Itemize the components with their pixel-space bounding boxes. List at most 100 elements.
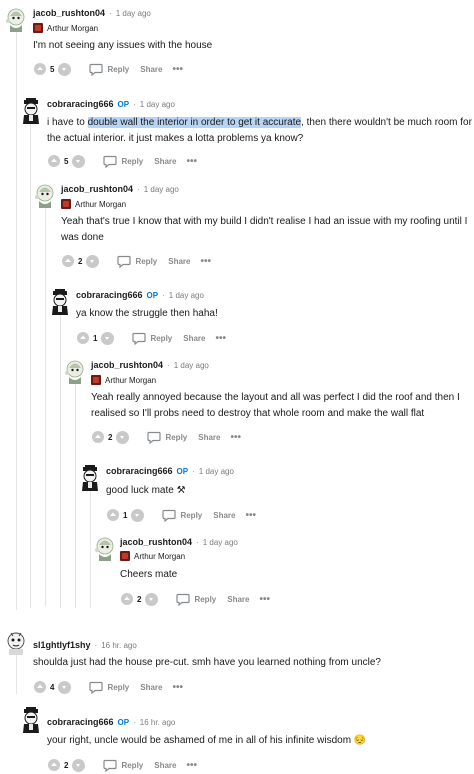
user-flair: Arthur Morgan — [120, 550, 185, 562]
username[interactable]: cobraracing666 — [47, 717, 114, 727]
reply-button[interactable]: Reply — [89, 681, 129, 694]
downvote-icon[interactable] — [72, 758, 86, 772]
avatar[interactable] — [33, 182, 57, 208]
avatar[interactable] — [4, 6, 28, 32]
reply-button[interactable]: Reply — [147, 431, 187, 444]
thread-line[interactable] — [60, 308, 61, 608]
more-options-icon[interactable]: ••• — [259, 594, 270, 605]
upvote-icon[interactable] — [76, 331, 90, 345]
timestamp[interactable]: 1 day ago — [174, 361, 209, 370]
timestamp[interactable]: 1 day ago — [199, 467, 234, 476]
timestamp[interactable]: 1 day ago — [144, 185, 179, 194]
username[interactable]: jacob_rushton04 — [33, 8, 105, 18]
op-badge: OP — [146, 290, 159, 300]
avatar[interactable] — [4, 629, 28, 655]
downvote-icon[interactable] — [86, 254, 100, 268]
username[interactable]: jacob_rushton04 — [91, 360, 163, 370]
reply-button[interactable]: Reply — [103, 759, 143, 772]
downvote-icon[interactable] — [101, 331, 115, 345]
downvote-icon[interactable] — [131, 508, 145, 522]
share-button[interactable]: Share — [140, 683, 162, 692]
comment-bubble-icon — [147, 431, 162, 444]
reply-label: Reply — [194, 594, 217, 604]
flair-icon — [91, 375, 101, 385]
timestamp[interactable]: 1 day ago — [203, 538, 238, 547]
share-button[interactable]: Share — [183, 334, 205, 343]
comment-actions: 4 Reply Share ••• — [33, 678, 183, 696]
selected-text: double wall the interior in order to get… — [87, 117, 302, 128]
upvote-icon[interactable] — [91, 430, 105, 444]
comment-actions: 2 Reply Share ••• — [120, 590, 270, 608]
reply-button[interactable]: Reply — [117, 255, 157, 268]
thread-line[interactable] — [75, 382, 76, 608]
share-button[interactable]: Share — [213, 511, 235, 520]
share-button[interactable]: Share — [168, 257, 190, 266]
vote-score: 5 — [50, 64, 55, 74]
share-button[interactable]: Share — [198, 433, 220, 442]
username[interactable]: sl1ghtlyf1shy — [33, 640, 91, 650]
vote-score: 1 — [93, 333, 98, 343]
downvote-icon[interactable] — [58, 680, 72, 694]
more-options-icon[interactable]: ••• — [172, 682, 183, 693]
username[interactable]: cobraracing666 — [47, 99, 114, 109]
username[interactable]: cobraracing666 — [76, 290, 143, 300]
reply-label: Reply — [135, 256, 158, 266]
avatar[interactable] — [78, 465, 102, 491]
upvote-icon[interactable] — [61, 254, 75, 268]
vote-score: 2 — [64, 760, 69, 770]
thread-line[interactable] — [30, 118, 31, 608]
share-button[interactable]: Share — [140, 65, 162, 74]
upvote-icon[interactable] — [33, 62, 47, 76]
comment-body: Yeah really annoyed because the layout a… — [91, 390, 472, 422]
share-button[interactable]: Share — [154, 157, 176, 166]
comment-body: shoulda just had the house pre-cut. smh … — [33, 655, 472, 671]
more-options-icon[interactable]: ••• — [215, 333, 226, 344]
more-options-icon[interactable]: ••• — [200, 256, 211, 267]
upvote-icon[interactable] — [47, 758, 61, 772]
username[interactable]: jacob_rushton04 — [61, 184, 133, 194]
reply-label: Reply — [121, 156, 144, 166]
comment-text: Yeah that's true I know that with my bui… — [61, 216, 468, 243]
reply-button[interactable]: Reply — [176, 593, 216, 606]
downvote-icon[interactable] — [145, 592, 159, 606]
username[interactable]: jacob_rushton04 — [120, 537, 192, 547]
comment-actions: 2 Reply Share ••• — [61, 252, 211, 270]
more-options-icon[interactable]: ••• — [186, 156, 197, 167]
comment-actions: 5 Reply Share ••• — [47, 152, 197, 170]
thread-line[interactable] — [90, 486, 91, 608]
thread-line[interactable] — [45, 206, 46, 606]
reply-button[interactable]: Reply — [162, 509, 202, 522]
comment-actions: 5 Reply Share ••• — [33, 60, 183, 78]
upvote-icon[interactable] — [106, 508, 120, 522]
upvote-icon[interactable] — [33, 680, 47, 694]
more-options-icon[interactable]: ••• — [172, 64, 183, 75]
avatar[interactable] — [93, 535, 117, 561]
timestamp[interactable]: 1 day ago — [116, 9, 151, 18]
downvote-icon[interactable] — [58, 62, 72, 76]
timestamp[interactable]: 16 hr. ago — [101, 641, 137, 650]
timestamp[interactable]: 16 hr. ago — [140, 718, 176, 727]
share-button[interactable]: Share — [154, 761, 176, 770]
avatar[interactable] — [19, 707, 43, 733]
share-button[interactable]: Share — [227, 595, 249, 604]
comment-text: ya know the struggle then haha! — [76, 308, 218, 319]
downvote-icon[interactable] — [116, 430, 130, 444]
reply-button[interactable]: Reply — [132, 332, 172, 345]
thread-line[interactable] — [16, 654, 17, 694]
more-options-icon[interactable]: ••• — [186, 760, 197, 771]
reply-button[interactable]: Reply — [89, 63, 129, 76]
upvote-icon[interactable] — [120, 592, 134, 606]
downvote-icon[interactable] — [72, 154, 86, 168]
more-options-icon[interactable]: ••• — [245, 510, 256, 521]
more-options-icon[interactable]: ••• — [230, 432, 241, 443]
avatar[interactable] — [63, 358, 87, 384]
avatar[interactable] — [48, 289, 72, 315]
reply-button[interactable]: Reply — [103, 155, 143, 168]
comment-bubble-icon — [103, 155, 118, 168]
username[interactable]: cobraracing666 — [106, 466, 173, 476]
timestamp[interactable]: 1 day ago — [169, 291, 204, 300]
avatar[interactable] — [19, 98, 43, 124]
thread-line[interactable] — [16, 30, 17, 610]
upvote-icon[interactable] — [47, 154, 61, 168]
timestamp[interactable]: 1 day ago — [140, 100, 175, 109]
